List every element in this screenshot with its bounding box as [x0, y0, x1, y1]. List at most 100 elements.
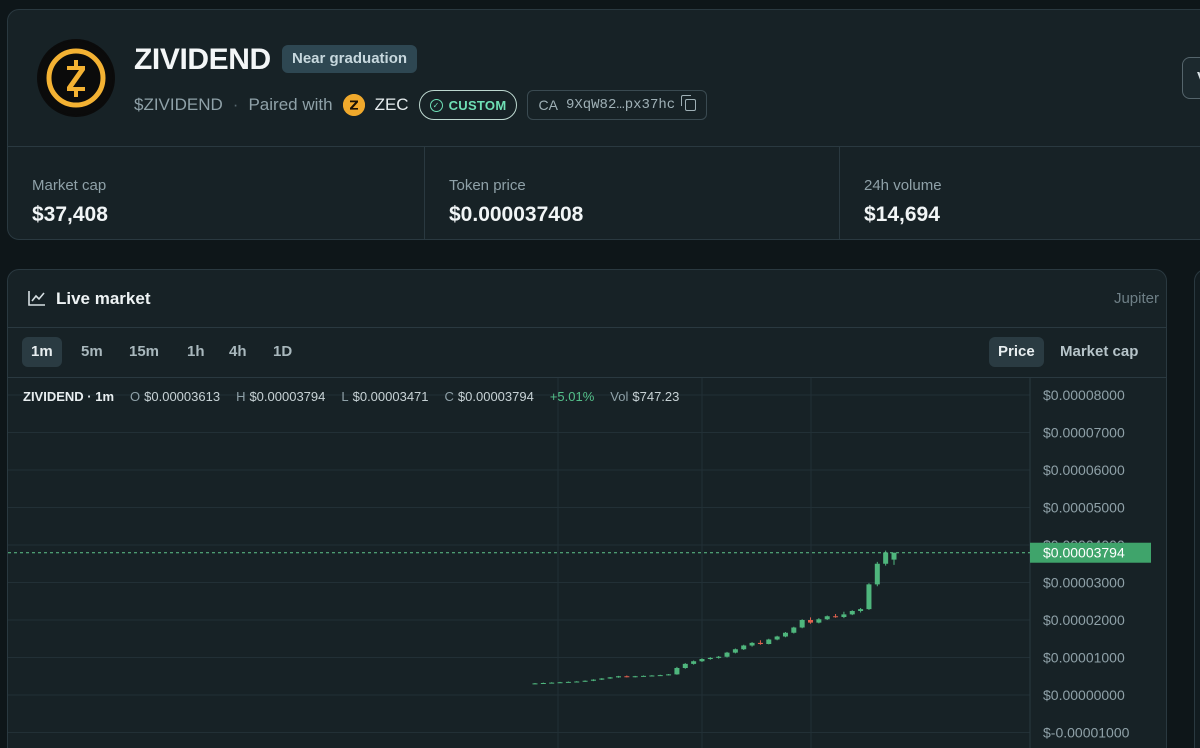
candle-body: [866, 584, 872, 610]
custom-badge-label: CUSTOM: [448, 97, 507, 113]
y-tick-label: $-0.00001000: [1043, 725, 1130, 741]
candle-body: [883, 552, 889, 564]
separator-dot: ·: [232, 95, 239, 114]
live-market-card: Live market Jupiter 1m 5m 15m 1h 4h 1D P…: [7, 269, 1167, 748]
candle-body: [741, 645, 747, 650]
candle-body: [574, 681, 580, 683]
header-action-button[interactable]: V: [1182, 57, 1200, 99]
timeframe-1d[interactable]: 1D: [264, 337, 301, 367]
candle-body: [649, 675, 655, 677]
ohlc-high-value: $0.00003794: [249, 389, 326, 404]
pair-symbol[interactable]: ZEC: [375, 95, 409, 115]
candle-body: [590, 679, 596, 681]
y-tick-label: $0.00008000: [1043, 387, 1125, 403]
timeframe-1m[interactable]: 1m: [22, 337, 62, 367]
y-tick-label: $0.00003000: [1043, 575, 1125, 591]
stat-label: Market cap: [32, 177, 107, 194]
candle-body: [607, 677, 613, 679]
token-name: ZIVIDEND: [134, 43, 271, 76]
candle-body: [816, 619, 822, 623]
status-badge: Near graduation: [282, 45, 418, 73]
y-tick-label: $0.00000000: [1043, 687, 1125, 703]
timeframe-1h[interactable]: 1h: [178, 337, 214, 367]
copy-icon[interactable]: [681, 95, 697, 111]
candle-body: [557, 682, 563, 684]
current-price-label: $0.00003794: [1043, 545, 1125, 561]
candle-body: [682, 663, 688, 668]
stat-label: Token price: [449, 177, 526, 194]
candle-body: [891, 552, 897, 560]
chart-svg[interactable]: $0.00008000 $0.00007000 $0.00006000 $0.0000…: [8, 378, 1167, 748]
candle-body: [849, 611, 855, 615]
timeframe-5m[interactable]: 5m: [72, 337, 112, 367]
stat-label: 24h volume: [864, 177, 942, 194]
candle-body: [749, 642, 755, 646]
ohlc-symbol: ZIVIDEND · 1m: [23, 389, 115, 404]
timeframe-4h[interactable]: 4h: [220, 337, 256, 367]
y-tick-label: $0.00007000: [1043, 425, 1125, 441]
custom-badge[interactable]: ✓ CUSTOM: [418, 90, 518, 120]
zec-icon: [342, 94, 365, 116]
candle-body: [599, 678, 605, 680]
candle-body: [833, 616, 839, 618]
live-market-header: Live market Jupiter: [8, 270, 1166, 328]
ohlc-legend: ZIVIDEND · 1m O $0.00003613 H $0.0000379…: [23, 389, 695, 404]
stat-value: $0.000037408: [449, 203, 584, 226]
candle-body: [716, 656, 722, 658]
check-circle-icon: ✓: [429, 98, 443, 112]
price-chart[interactable]: $0.00008000 $0.00007000 $0.00006000 $0.0000…: [8, 378, 1167, 748]
candle-body: [707, 657, 713, 659]
candle-body: [757, 642, 763, 644]
ohlc-close-value: $0.00003794: [457, 389, 534, 404]
y-tick-label: $0.00006000: [1043, 462, 1125, 478]
candle-body: [657, 675, 663, 677]
ohlc-low-label: L: [341, 389, 349, 404]
ohlc-close-label: C: [444, 389, 454, 404]
ca-value: 9XqW82…px37hc: [565, 97, 676, 113]
side-panel-edge: [1194, 269, 1200, 748]
candle-body: [632, 676, 638, 678]
chart-toolbar: 1m 5m 15m 1h 4h 1D Price Market cap: [8, 328, 1166, 378]
mode-price-button[interactable]: Price: [989, 337, 1044, 367]
candle-body: [791, 627, 797, 633]
data-source-label: Jupiter: [1113, 290, 1159, 307]
ohlc-vol-label: Vol: [610, 389, 629, 404]
candle-body: [549, 682, 555, 684]
candle-body: [858, 609, 864, 611]
candle-body: [808, 620, 814, 623]
candle-body: [532, 683, 538, 685]
candle-body: [565, 681, 571, 683]
candle-body: [666, 674, 672, 676]
candle-body: [615, 676, 621, 678]
candle-body: [582, 680, 588, 682]
ohlc-vol-value: $747.23: [632, 389, 680, 404]
stat-24h-volume: 24h volume $14,694: [839, 147, 1200, 239]
y-tick-label: $0.00005000: [1043, 500, 1125, 516]
candle-body: [824, 616, 830, 620]
stat-value: $14,694: [864, 203, 940, 226]
candle-body: [624, 676, 630, 678]
candle-body: [691, 661, 697, 664]
token-header-card: ZIVIDEND Near graduation $ZIVIDEND · Pai…: [7, 9, 1200, 240]
candle-body: [540, 683, 546, 684]
live-market-title: Live market: [56, 289, 151, 308]
ohlc-open-label: O: [130, 389, 141, 404]
zcash-logo-icon: [39, 41, 113, 115]
token-sub-row: $ZIVIDEND · Paired with ZEC ✓ CUSTOM CA …: [134, 90, 708, 120]
token-logo: [37, 39, 115, 117]
candle-body: [799, 620, 805, 628]
paired-with-label: Paired with: [248, 95, 333, 114]
mode-market-cap-button[interactable]: Market cap: [1051, 337, 1147, 367]
contract-address-copy[interactable]: CA 9XqW82…px37hc: [527, 90, 708, 120]
candle-body: [641, 675, 647, 677]
ohlc-change: +5.01%: [549, 389, 595, 404]
ohlc-low-value: $0.00003471: [352, 389, 429, 404]
y-tick-label: $0.00002000: [1043, 612, 1125, 628]
token-ticker: $ZIVIDEND: [134, 95, 223, 114]
stat-token-price: Token price $0.000037408: [424, 147, 839, 239]
ca-label: CA: [538, 97, 558, 113]
timeframe-15m[interactable]: 15m: [120, 337, 168, 367]
candle-body: [782, 632, 788, 637]
ohlc-high-label: H: [236, 389, 246, 404]
candle-body: [732, 649, 738, 653]
